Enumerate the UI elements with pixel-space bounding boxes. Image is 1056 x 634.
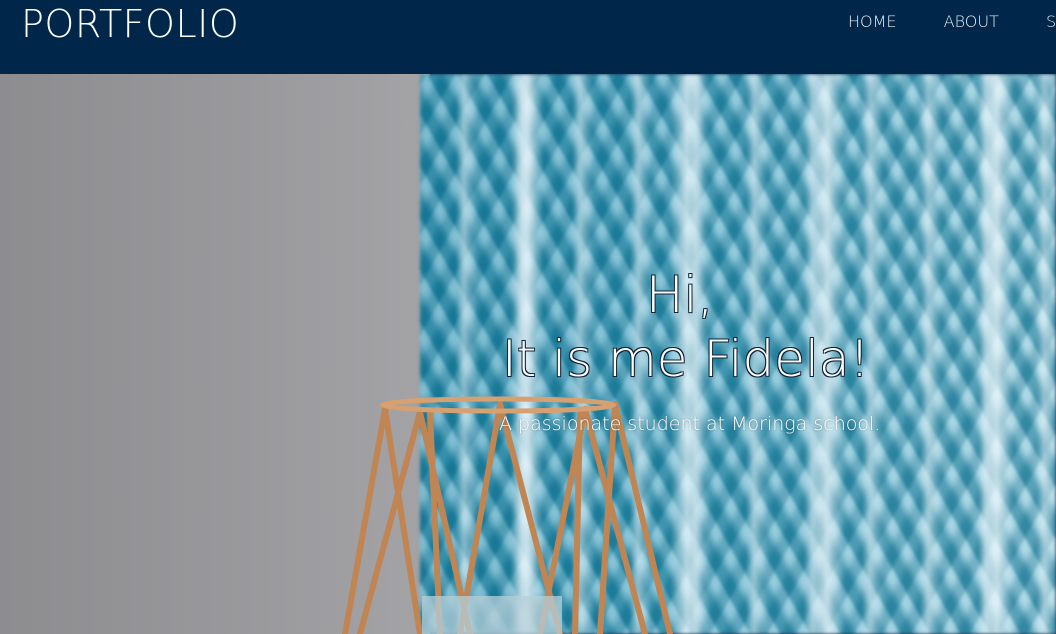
nav-links: HOME ABOUT SK	[848, 12, 1056, 31]
nav-link-skills[interactable]: SK	[1046, 12, 1056, 31]
brand-logo-text[interactable]: PORTFOLIO	[21, 2, 239, 46]
top-navbar: PORTFOLIO HOME ABOUT SK	[0, 0, 1056, 74]
hero-greeting: Hi,	[646, 266, 714, 324]
hero-tagline: A passionate student at Moringa school.	[499, 413, 881, 435]
hero-section: Hi, It is me Fidela! A passionate studen…	[0, 74, 1056, 634]
nav-link-about[interactable]: ABOUT	[944, 12, 999, 31]
hero-name-heading: It is me Fidela!	[502, 330, 870, 388]
hero-text-block: Hi, It is me Fidela! A passionate studen…	[0, 74, 1056, 634]
nav-link-home[interactable]: HOME	[848, 12, 897, 31]
